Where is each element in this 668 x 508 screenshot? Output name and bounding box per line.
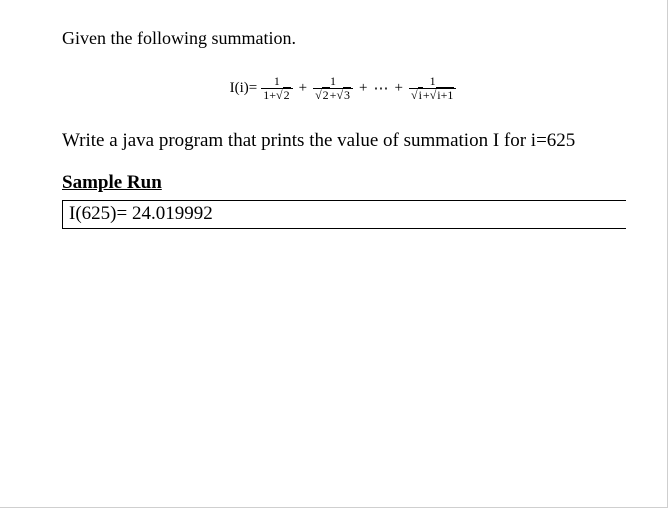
term1-den-sqrt-radicand: 2 xyxy=(283,87,291,102)
sample-run-heading: Sample Run xyxy=(62,172,626,194)
term2-denominator: 2+3 xyxy=(313,88,353,102)
term1-denominator: 1+2 xyxy=(261,88,292,102)
termi-den-sqrt-right: i+1 xyxy=(430,89,455,102)
ellipsis: ⋯ xyxy=(374,79,389,98)
plus-1: + xyxy=(299,80,307,97)
problem-intro: Given the following summation. xyxy=(62,28,626,49)
term2-den-sqrt-left-radicand: 2 xyxy=(322,87,330,102)
termi-den-sqrt-left-radicand: i xyxy=(418,87,423,102)
term1-den-sqrt: 2 xyxy=(276,89,291,102)
plus-2: + xyxy=(359,80,367,97)
termi-den-sqrt-right-radicand: i+1 xyxy=(436,87,454,102)
formula-term-2: 1 2+3 xyxy=(313,75,353,102)
termi-den-sqrt-left: i xyxy=(411,89,423,102)
formula: I(i)= 1 1+2 + 1 2+3 + ⋯ + 1 i+i+1 xyxy=(62,75,626,102)
sample-output-box: I(625)= 24.019992 xyxy=(62,200,626,229)
sample-output-text: I(625)= 24.019992 xyxy=(69,203,213,224)
term2-den-sqrt-right-radicand: 3 xyxy=(343,87,351,102)
formula-term-i: 1 i+i+1 xyxy=(409,75,456,102)
term1-den-left: 1 xyxy=(263,88,269,102)
term2-den-sqrt-left: 2 xyxy=(315,89,330,102)
formula-term-1: 1 1+2 xyxy=(261,75,292,102)
term1-numerator: 1 xyxy=(272,75,282,88)
formula-lhs: I(i)= xyxy=(230,80,258,97)
termi-denominator: i+i+1 xyxy=(409,88,456,102)
plus-3: + xyxy=(395,80,403,97)
task-statement: Write a java program that prints the val… xyxy=(62,130,626,152)
term2-den-sqrt-right: 3 xyxy=(336,89,351,102)
